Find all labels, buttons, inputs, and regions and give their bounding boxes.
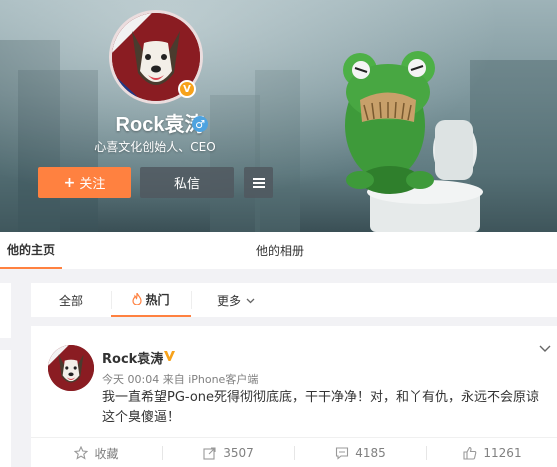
left-sidebar-card: [0, 283, 11, 338]
profile-bio: 心喜文化创始人、CEO: [94, 140, 216, 154]
menu-icon: [252, 177, 265, 188]
verified-badge-icon: V: [178, 80, 196, 98]
tab-album[interactable]: 他的相册: [240, 232, 320, 269]
repost-button[interactable]: 3507: [163, 438, 294, 467]
weibo-profile-page: V Rock袁涛 ♂ 心喜文化创始人、CEO + 关注 私信 他的主页 他的相册…: [0, 0, 557, 467]
filter-all[interactable]: 全部: [31, 283, 111, 317]
post-actions: 收藏 3507 4185 11261: [31, 437, 557, 467]
chevron-down-icon: [246, 298, 255, 303]
filter-hot-label: 热门: [145, 292, 170, 307]
profile-name: Rock袁涛: [115, 114, 205, 136]
post-author-avatar[interactable]: [48, 345, 94, 391]
repost-count: 3507: [223, 446, 254, 460]
follow-button-label: 关注: [79, 177, 106, 192]
post-author-name[interactable]: Rock袁涛: [102, 348, 163, 367]
filter-hot[interactable]: 热门: [111, 283, 191, 317]
chevron-down-icon[interactable]: [539, 342, 551, 354]
left-sidebar-card: [0, 350, 11, 467]
feed-filter-bar: 全部 热门 更多: [31, 283, 557, 317]
flame-icon: [132, 293, 143, 305]
favorite-label: 收藏: [94, 446, 119, 461]
message-button[interactable]: 私信: [140, 167, 234, 198]
husky-dog-avatar-image: [48, 345, 94, 391]
post-meta: 今天 00:04 来自 iPhone客户端: [102, 373, 259, 386]
follow-button[interactable]: + 关注: [38, 167, 131, 198]
favorite-button[interactable]: 收藏: [31, 438, 162, 467]
message-button-label: 私信: [173, 177, 200, 192]
filter-more[interactable]: 更多: [191, 283, 281, 317]
comment-icon: [336, 447, 349, 460]
thumbs-up-icon: [463, 446, 477, 460]
star-icon: [74, 446, 89, 460]
filter-more-label: 更多: [216, 293, 241, 308]
post-text: 我一直希望PG-one死得彻彻底底，干干净净！对，和丫有仇，永远不会原谅这个臭傻…: [102, 390, 540, 425]
profile-cover: V Rock袁涛 ♂ 心喜文化创始人、CEO + 关注 私信: [0, 0, 557, 232]
plus-icon: +: [63, 174, 76, 191]
more-menu-button[interactable]: [244, 167, 273, 198]
male-icon: ♂: [192, 116, 208, 132]
tab-home[interactable]: 他的主页: [0, 232, 62, 269]
share-icon: [203, 447, 216, 460]
verified-v-icon: [164, 351, 175, 361]
frog-figure-illustration: [343, 51, 483, 232]
profile-tabs: 他的主页 他的相册: [0, 232, 557, 269]
comment-button[interactable]: 4185: [295, 438, 426, 467]
like-button[interactable]: 11261: [427, 438, 557, 467]
feed-post: Rock袁涛 今天 00:04 来自 iPhone客户端 我一直希望PG-one…: [31, 326, 557, 467]
comment-count: 4185: [355, 446, 386, 460]
like-count: 11261: [483, 446, 522, 460]
